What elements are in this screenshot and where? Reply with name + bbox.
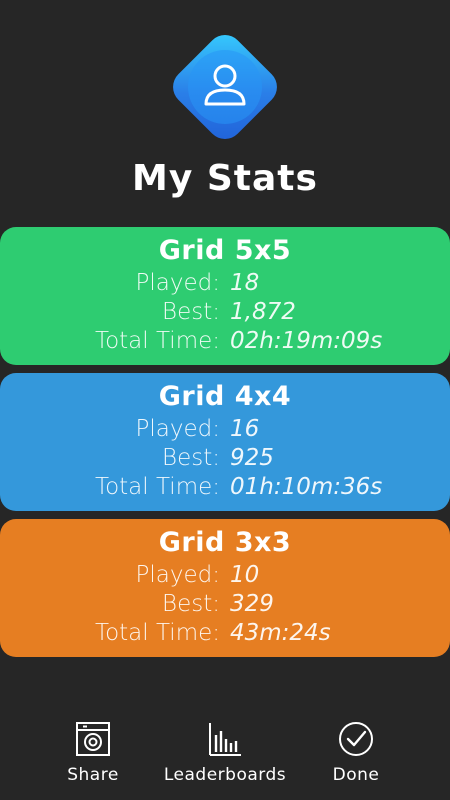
share-camera-icon — [76, 722, 110, 756]
stat-row-played: Played: 16 — [0, 416, 450, 446]
done-label: Done — [332, 765, 380, 785]
total-time-value: 01h:10m:36s — [230, 474, 383, 500]
best-label: Best: — [162, 445, 220, 471]
total-time-value: 02h:19m:09s — [230, 328, 383, 354]
share-button[interactable]: Share — [52, 715, 134, 795]
checkmark-circle-icon — [339, 722, 373, 756]
stat-row-best: Best: 925 — [0, 445, 450, 475]
user-profile-icon — [204, 64, 246, 106]
stat-row-total-time: Total Time: 43m:24s — [0, 620, 450, 650]
best-label: Best: — [162, 299, 220, 325]
leaderboards-button[interactable]: Leaderboards — [158, 715, 292, 795]
bottom-nav: Share Leaderboards Done — [0, 715, 450, 800]
page-title: My Stats — [132, 158, 318, 199]
played-value: 10 — [230, 562, 260, 588]
share-label: Share — [67, 765, 119, 785]
card-title: Grid 4x4 — [158, 381, 292, 412]
total-time-value: 43m:24s — [230, 620, 331, 646]
stats-card-grid-5x5: Grid 5x5 Played: 18 Best: 1,872 Total Ti… — [0, 227, 450, 365]
total-time-label: Total Time: — [94, 328, 220, 354]
best-value: 925 — [230, 445, 274, 471]
leaderboards-label: Leaderboards — [163, 765, 287, 785]
card-title: Grid 5x5 — [158, 235, 292, 266]
best-label: Best: — [162, 591, 220, 617]
stat-row-best: Best: 329 — [0, 591, 450, 621]
stat-row-played: Played: 18 — [0, 270, 450, 300]
played-label: Played: — [135, 562, 220, 588]
played-value: 16 — [230, 416, 260, 442]
stat-row-best: Best: 1,872 — [0, 299, 450, 329]
bar-chart-icon — [209, 723, 241, 756]
best-value: 1,872 — [230, 299, 296, 325]
best-value: 329 — [230, 591, 274, 617]
stats-card-grid-3x3: Grid 3x3 Played: 10 Best: 329 Total Time… — [0, 519, 450, 657]
played-label: Played: — [135, 270, 220, 296]
total-time-label: Total Time: — [94, 620, 220, 646]
total-time-label: Total Time: — [94, 474, 220, 500]
done-button[interactable]: Done — [322, 715, 390, 795]
played-label: Played: — [135, 416, 220, 442]
played-value: 18 — [230, 270, 260, 296]
avatar — [165, 27, 285, 147]
stat-row-total-time: Total Time: 01h:10m:36s — [0, 474, 450, 504]
stat-row-played: Played: 10 — [0, 562, 450, 592]
stat-row-total-time: Total Time: 02h:19m:09s — [0, 328, 450, 358]
card-title: Grid 3x3 — [158, 527, 292, 558]
stats-card-grid-4x4: Grid 4x4 Played: 16 Best: 925 Total Time… — [0, 373, 450, 511]
